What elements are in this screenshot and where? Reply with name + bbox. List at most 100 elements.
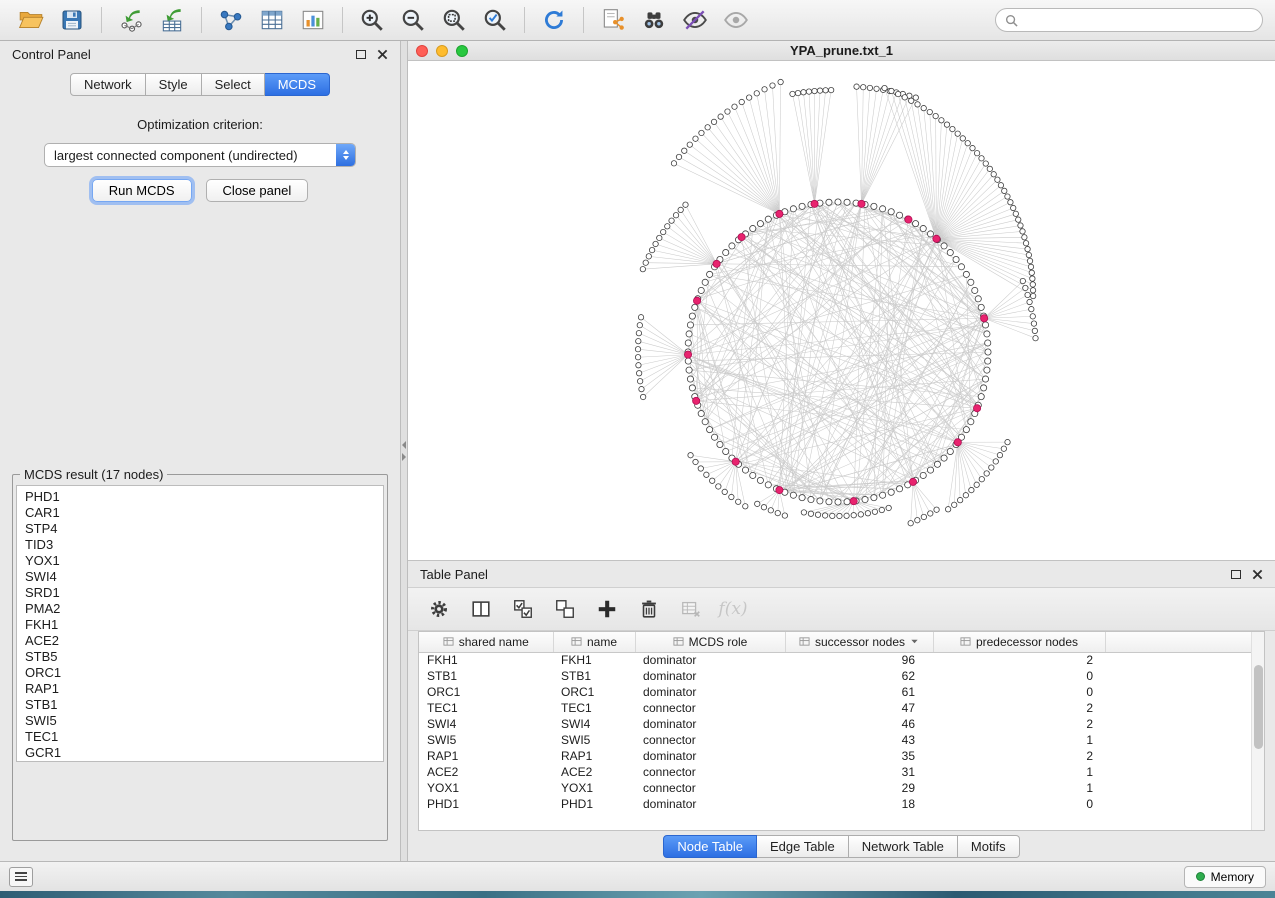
cell-role[interactable]: connector (635, 764, 785, 780)
table-row[interactable]: FKH1FKH1dominator962 (419, 652, 1253, 668)
column-header-predecessor-nodes[interactable]: predecessor nodes (933, 632, 1105, 652)
table-row[interactable]: SWI5SWI5connector431 (419, 732, 1253, 748)
cell-succ[interactable]: 31 (785, 764, 933, 780)
table-row[interactable]: TEC1TEC1connector472 (419, 700, 1253, 716)
collapse-right-icon[interactable] (402, 453, 406, 461)
cell-name[interactable]: ACE2 (553, 764, 635, 780)
mcds-result-list[interactable]: PHD1CAR1STP4TID3YOX1SWI4SRD1PMA2FKH1ACE2… (16, 485, 384, 762)
cell-succ[interactable]: 18 (785, 796, 933, 812)
memory-button[interactable]: Memory (1184, 866, 1266, 888)
cell-succ[interactable]: 46 (785, 716, 933, 732)
cell-role[interactable]: dominator (635, 652, 785, 668)
open-session-button[interactable] (12, 4, 50, 36)
import-network-button[interactable] (112, 4, 150, 36)
column-header-mcds-role[interactable]: MCDS role (635, 632, 785, 652)
cell-succ[interactable]: 62 (785, 668, 933, 684)
cell-name[interactable]: RAP1 (553, 748, 635, 764)
table-row[interactable]: ACE2ACE2connector311 (419, 764, 1253, 780)
cell-role[interactable]: dominator (635, 796, 785, 812)
tab-edge-table[interactable]: Edge Table (757, 835, 849, 858)
cell-succ[interactable]: 35 (785, 748, 933, 764)
hide-panels-button[interactable] (676, 4, 714, 36)
status-menu-button[interactable] (9, 867, 33, 887)
mcds-result-item[interactable]: ORC1 (17, 665, 383, 681)
close-panel-icon[interactable] (377, 49, 388, 60)
mcds-result-item[interactable]: RAP1 (17, 681, 383, 697)
cell-shared-name[interactable]: SWI5 (419, 732, 553, 748)
column-header-name[interactable]: name (553, 632, 635, 652)
search-field[interactable] (995, 8, 1263, 32)
cell-role[interactable]: connector (635, 780, 785, 796)
cell-pred[interactable]: 1 (933, 732, 1105, 748)
collapse-left-icon[interactable] (402, 441, 406, 449)
zoom-fit-button[interactable] (435, 4, 473, 36)
cell-pred[interactable]: 2 (933, 700, 1105, 716)
tab-motifs[interactable]: Motifs (958, 835, 1020, 858)
mcds-result-item[interactable]: TID3 (17, 537, 383, 553)
float-panel-icon[interactable] (356, 50, 366, 59)
cell-pred[interactable]: 0 (933, 668, 1105, 684)
cell-succ[interactable]: 96 (785, 652, 933, 668)
cell-shared-name[interactable]: YOX1 (419, 780, 553, 796)
show-panels-button[interactable] (717, 4, 755, 36)
table-row[interactable]: RAP1RAP1dominator352 (419, 748, 1253, 764)
mcds-result-item[interactable]: ACE2 (17, 633, 383, 649)
table-row[interactable]: ORC1ORC1dominator610 (419, 684, 1253, 700)
cell-shared-name[interactable]: ORC1 (419, 684, 553, 700)
table-row[interactable]: YOX1YOX1connector291 (419, 780, 1253, 796)
mcds-result-item[interactable]: PHD1 (17, 489, 383, 505)
deselect-all-button[interactable] (548, 594, 582, 624)
float-table-panel-icon[interactable] (1231, 570, 1241, 579)
column-header-successor-nodes[interactable]: successor nodes (785, 632, 933, 652)
close-panel-button[interactable]: Close panel (206, 179, 309, 202)
cell-pred[interactable]: 0 (933, 684, 1105, 700)
cell-pred[interactable]: 0 (933, 796, 1105, 812)
table-row[interactable]: PHD1PHD1dominator180 (419, 796, 1253, 812)
cell-shared-name[interactable]: FKH1 (419, 652, 553, 668)
find-button[interactable] (635, 4, 673, 36)
minimize-window-button[interactable] (436, 45, 448, 57)
cell-succ[interactable]: 29 (785, 780, 933, 796)
network-graph[interactable] (408, 61, 1275, 561)
cell-shared-name[interactable]: RAP1 (419, 748, 553, 764)
tab-style[interactable]: Style (146, 73, 202, 96)
table-settings-button[interactable] (422, 594, 456, 624)
zoom-out-button[interactable] (394, 4, 432, 36)
cell-shared-name[interactable]: STB1 (419, 668, 553, 684)
criterion-select[interactable]: largest connected component (undirected) (44, 143, 356, 167)
close-window-button[interactable] (416, 45, 428, 57)
table-scrollbar[interactable] (1251, 632, 1264, 830)
cell-name[interactable]: PHD1 (553, 796, 635, 812)
panel-splitter[interactable] (400, 41, 408, 861)
cell-pred[interactable]: 2 (933, 716, 1105, 732)
cell-role[interactable]: dominator (635, 716, 785, 732)
cell-pred[interactable]: 1 (933, 764, 1105, 780)
tab-network[interactable]: Network (70, 73, 146, 96)
cell-pred[interactable]: 2 (933, 652, 1105, 668)
zoom-window-button[interactable] (456, 45, 468, 57)
search-input[interactable] (1024, 13, 1253, 27)
table-row[interactable]: STB1STB1dominator620 (419, 668, 1253, 684)
mcds-result-item[interactable]: STB5 (17, 649, 383, 665)
table-scrollbar-thumb[interactable] (1254, 665, 1263, 749)
cell-pred[interactable]: 2 (933, 748, 1105, 764)
mcds-result-item[interactable]: SWI5 (17, 713, 383, 729)
network-table-button[interactable] (253, 4, 291, 36)
table-row[interactable]: SWI4SWI4dominator462 (419, 716, 1253, 732)
cell-shared-name[interactable]: TEC1 (419, 700, 553, 716)
cell-shared-name[interactable]: SWI4 (419, 716, 553, 732)
column-header-shared-name[interactable]: shared name (419, 632, 553, 652)
mcds-result-item[interactable]: TEC1 (17, 729, 383, 745)
cell-pred[interactable]: 1 (933, 780, 1105, 796)
share-network-button[interactable] (594, 4, 632, 36)
cell-name[interactable]: SWI5 (553, 732, 635, 748)
run-mcds-button[interactable]: Run MCDS (92, 179, 192, 202)
import-table-toolbar-button[interactable] (674, 594, 708, 624)
mcds-result-item[interactable]: STB1 (17, 697, 383, 713)
tab-node-table[interactable]: Node Table (663, 835, 757, 858)
cell-shared-name[interactable]: PHD1 (419, 796, 553, 812)
import-table-button[interactable] (153, 4, 191, 36)
function-builder-button[interactable]: f(x) (716, 594, 750, 624)
cell-name[interactable]: TEC1 (553, 700, 635, 716)
show-columns-button[interactable] (464, 594, 498, 624)
